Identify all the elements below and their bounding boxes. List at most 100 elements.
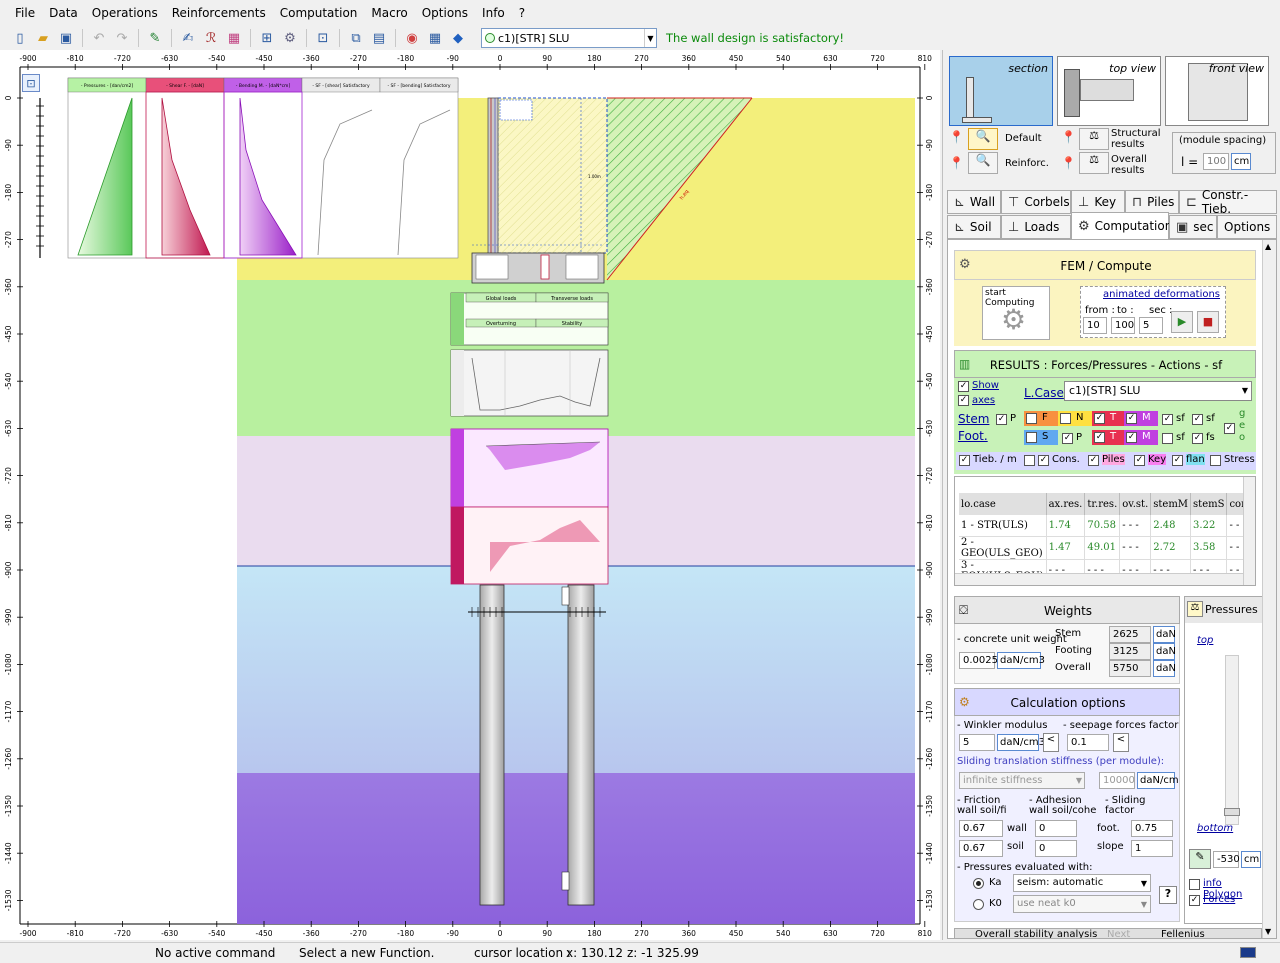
pressures-apply-button[interactable]: ✎	[1189, 849, 1211, 869]
stem-sf-checkbox[interactable]: ✓	[1162, 414, 1173, 425]
friction-soil-input[interactable]: 0.67	[959, 840, 1003, 857]
pin3-icon[interactable]: 📍	[1061, 130, 1077, 146]
foot-m-checkbox[interactable]: ✓	[1126, 432, 1137, 443]
show-checkbox[interactable]: ✓	[958, 381, 969, 392]
from-input[interactable]: 10	[1083, 317, 1107, 334]
lcase-select[interactable]: c1)[STR] SLU ▼	[1064, 381, 1252, 401]
tieb-checkbox[interactable]: ✓	[959, 455, 970, 466]
winkler-unit[interactable]: daN/cm3	[997, 734, 1045, 751]
color-wheel-icon[interactable]: ◉	[402, 28, 422, 48]
winkler-input[interactable]: 5	[959, 734, 995, 751]
tab-sec[interactable]: ▣ sec	[1169, 215, 1217, 239]
foot-factor-input[interactable]: 0.75	[1131, 820, 1173, 837]
sliding-input[interactable]: 10000	[1099, 772, 1135, 789]
play-animation-button[interactable]: ▶	[1171, 311, 1193, 333]
table-row[interactable]: 2 - GEO(ULS_GEO) 1.47 49.01- - -2.72 3.58- …	[959, 536, 1255, 560]
pin4-icon[interactable]: 📍	[1061, 156, 1077, 172]
table-row[interactable]: 1 - STR(ULS) 1.74 70.58- - -2.48 3.22- - -	[959, 515, 1255, 537]
undo-icon[interactable]: ↶	[89, 28, 109, 48]
stop-animation-button[interactable]: ■	[1197, 311, 1219, 333]
pressures-depth-input[interactable]: -530	[1213, 851, 1240, 868]
drawing-canvas[interactable]: h.eq 1.00m Global loads Transverse loads…	[0, 50, 940, 940]
scroll-down-icon[interactable]: ▼	[1265, 927, 1271, 936]
animated-deformations-label[interactable]: animated deformations	[1103, 289, 1220, 300]
seepage-input[interactable]: 0.1	[1067, 734, 1109, 751]
section-view-thumbnail[interactable]: section	[949, 56, 1053, 126]
menu-file[interactable]: File	[8, 0, 42, 26]
tab-loads[interactable]: ⊥ Loads	[1001, 215, 1071, 239]
top-view-thumbnail[interactable]: top view	[1057, 56, 1161, 126]
calc-help-button[interactable]: ?	[1159, 886, 1177, 904]
flan-checkbox[interactable]: ✓	[1172, 455, 1183, 466]
menu-macro[interactable]: Macro	[364, 0, 414, 26]
table-vscrollbar[interactable]	[1243, 477, 1255, 585]
stem-m-checkbox[interactable]: ✓	[1126, 413, 1137, 424]
menu-operations[interactable]: Operations	[85, 0, 165, 26]
tab-constr-tieb[interactable]: ⊏ Constr.-Tieb.	[1179, 188, 1277, 216]
foot-s-checkbox[interactable]	[1026, 432, 1037, 443]
load-case-select[interactable]: c1)[STR] SLU ▼	[481, 28, 657, 48]
3d-box-icon[interactable]: ◆	[448, 28, 468, 48]
winkler-less-button[interactable]: <	[1043, 733, 1059, 752]
stress-checkbox[interactable]	[1210, 455, 1221, 466]
pressures-depth-unit[interactable]: cm	[1241, 851, 1261, 868]
table-icon[interactable]: ▦	[425, 28, 445, 48]
document-icon[interactable]: ▤	[369, 28, 389, 48]
results-table-container[interactable]: lo.caseax.res.tr.res.ov.st.stemMstemScon…	[954, 476, 1256, 586]
stem-f-checkbox[interactable]	[1026, 413, 1037, 424]
reinforc-view-button[interactable]: 🔍	[968, 152, 998, 174]
table-hscrollbar[interactable]	[955, 573, 1245, 585]
structural-results-button[interactable]: ⚖	[1079, 128, 1109, 150]
rc-fe-icon[interactable]: ℛ	[201, 28, 221, 48]
report-icon[interactable]: ✍	[178, 28, 198, 48]
tab-wall[interactable]: ⊾ Wall	[947, 190, 1001, 214]
menu-info[interactable]: Info	[475, 0, 512, 26]
adhesion-soil-input[interactable]: 0	[1035, 840, 1077, 857]
tab-key[interactable]: ⊥ Key	[1071, 190, 1125, 214]
foot-p-checkbox[interactable]: ✓	[1062, 433, 1073, 444]
tab-computation[interactable]: ⚙ Computation	[1071, 212, 1172, 239]
slope-factor-input[interactable]: 1	[1131, 840, 1173, 857]
edit-icon[interactable]: ✎	[145, 28, 165, 48]
piles-checkbox[interactable]: ✓	[1088, 455, 1099, 466]
use-neat-k0-select[interactable]: use neat k0 ▼	[1013, 895, 1151, 913]
scroll-up-icon[interactable]: ▲	[1265, 242, 1271, 251]
forces-checkbox[interactable]: ✓	[1189, 895, 1200, 906]
tab-soil[interactable]: ⊾ Soil	[947, 215, 1001, 239]
key-checkbox[interactable]: ✓	[1134, 455, 1145, 466]
menu-computation[interactable]: Computation	[273, 0, 365, 26]
zoom-window-button[interactable]: ⊡	[22, 74, 40, 92]
new-file-icon[interactable]: ▯	[10, 28, 30, 48]
palette-icon[interactable]: ▦	[224, 28, 244, 48]
print-preview-icon[interactable]: ⊞	[257, 28, 277, 48]
sec-input[interactable]: 5	[1139, 317, 1163, 334]
adhesion-wall-input[interactable]: 0	[1035, 820, 1077, 837]
save-icon[interactable]: ▣	[56, 28, 76, 48]
geo-checkbox[interactable]: ✓	[1224, 423, 1235, 434]
tieb-box2-checkbox[interactable]	[1024, 455, 1035, 466]
stem-n-checkbox[interactable]	[1060, 413, 1071, 424]
info-polygon-checkbox[interactable]	[1189, 879, 1200, 890]
tab-options[interactable]: Options	[1217, 215, 1277, 239]
friction-wall-input[interactable]: 0.67	[959, 820, 1003, 837]
stem-t-checkbox[interactable]: ✓	[1094, 413, 1105, 424]
menu-help[interactable]: ?	[512, 0, 532, 26]
stem-p-checkbox[interactable]: ✓	[996, 414, 1007, 425]
start-computing-button[interactable]: start Computing ⚙	[982, 286, 1050, 340]
seepage-less-button[interactable]: <	[1113, 733, 1129, 752]
pin-icon[interactable]: 📍	[949, 130, 965, 146]
slider-thumb[interactable]	[1224, 808, 1240, 816]
redo-icon[interactable]: ↷	[112, 28, 132, 48]
export-icon[interactable]: ⧉	[346, 28, 366, 48]
foot-t-checkbox[interactable]: ✓	[1094, 432, 1105, 443]
foot-sf-checkbox[interactable]	[1162, 433, 1173, 444]
front-view-thumbnail[interactable]: front view	[1165, 56, 1269, 126]
uk-flag-icon[interactable]	[1240, 947, 1256, 958]
sliding-unit[interactable]: daN/cm	[1137, 772, 1179, 789]
pin2-icon[interactable]: 📍	[949, 156, 965, 172]
to-input[interactable]: 100	[1111, 317, 1135, 334]
stem-sf2-checkbox[interactable]: ✓	[1192, 414, 1203, 425]
axes-checkbox[interactable]: ✓	[958, 395, 969, 406]
menu-data[interactable]: Data	[42, 0, 85, 26]
k0-radio[interactable]	[973, 899, 984, 910]
